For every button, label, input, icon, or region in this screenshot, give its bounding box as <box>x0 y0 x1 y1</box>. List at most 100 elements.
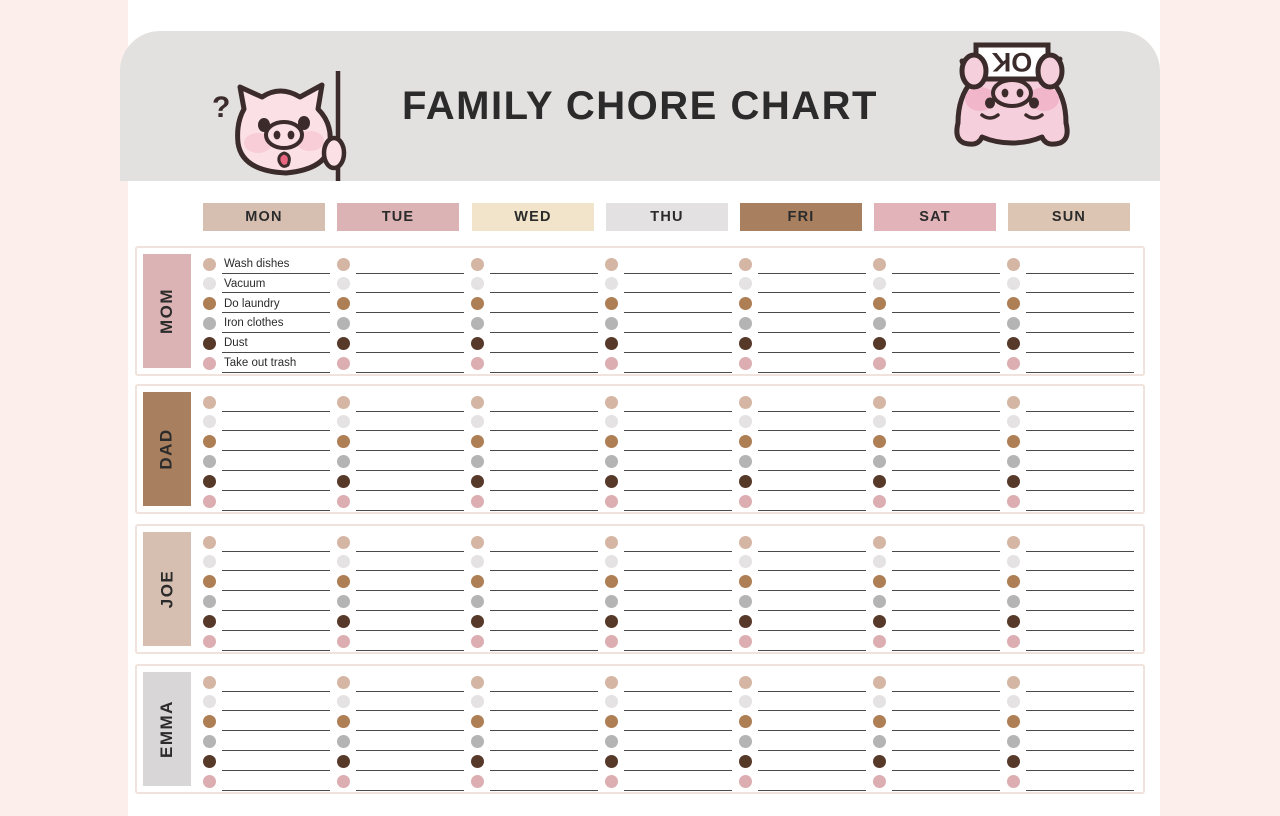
chore-write-in-line[interactable] <box>892 732 1000 751</box>
chore-write-in-line[interactable] <box>490 334 598 353</box>
chore-status-dot[interactable] <box>203 595 216 608</box>
day-header-tue[interactable]: TUE <box>337 203 459 231</box>
chore-cell[interactable] <box>1007 333 1134 353</box>
chore-status-dot[interactable] <box>605 555 618 568</box>
chore-write-in-line[interactable] <box>222 412 330 431</box>
chore-write-in-line[interactable] <box>356 632 464 651</box>
chore-status-dot[interactable] <box>739 575 752 588</box>
chore-status-dot[interactable] <box>337 337 350 350</box>
chore-cell[interactable] <box>1007 611 1134 631</box>
chore-write-in-line[interactable] <box>490 472 598 491</box>
chore-cell[interactable] <box>337 353 464 373</box>
chore-cell[interactable] <box>739 432 866 452</box>
chore-status-dot[interactable] <box>873 575 886 588</box>
chore-cell[interactable] <box>203 631 330 651</box>
chore-write-in-line[interactable] <box>356 673 464 692</box>
chore-status-dot[interactable] <box>471 337 484 350</box>
chore-cell[interactable] <box>203 552 330 572</box>
chore-cell[interactable] <box>739 294 866 314</box>
chore-status-dot[interactable] <box>873 775 886 788</box>
chore-write-in-line[interactable] <box>892 432 1000 451</box>
day-header-fri[interactable]: FRI <box>740 203 862 231</box>
chore-cell[interactable] <box>605 313 732 333</box>
chore-write-in-line[interactable] <box>892 592 1000 611</box>
chore-cell[interactable] <box>471 771 598 791</box>
chore-cell[interactable] <box>203 451 330 471</box>
chore-status-dot[interactable] <box>739 536 752 549</box>
chore-status-dot[interactable] <box>873 635 886 648</box>
chore-write-in-line[interactable] <box>490 274 598 293</box>
chore-cell[interactable] <box>1007 692 1134 712</box>
chore-status-dot[interactable] <box>337 435 350 448</box>
chore-status-dot[interactable] <box>873 475 886 488</box>
chore-status-dot[interactable] <box>605 676 618 689</box>
person-name-tab-mom[interactable]: MOM <box>143 254 191 368</box>
chore-cell[interactable] <box>203 471 330 491</box>
chore-status-dot[interactable] <box>873 297 886 310</box>
chore-status-dot[interactable] <box>873 357 886 370</box>
chore-write-in-line[interactable] <box>1026 354 1134 373</box>
chore-cell[interactable] <box>471 491 598 511</box>
chore-status-dot[interactable] <box>471 635 484 648</box>
chore-write-in-line[interactable]: Take out trash <box>222 354 330 373</box>
chore-cell[interactable] <box>337 712 464 732</box>
chore-status-dot[interactable] <box>471 676 484 689</box>
chore-write-in-line[interactable] <box>356 772 464 791</box>
chore-write-in-line[interactable] <box>222 692 330 711</box>
chore-write-in-line[interactable] <box>356 294 464 313</box>
chore-status-dot[interactable] <box>203 755 216 768</box>
chore-write-in-line[interactable] <box>892 393 1000 412</box>
chore-cell[interactable] <box>337 552 464 572</box>
chore-status-dot[interactable] <box>1007 615 1020 628</box>
chore-write-in-line[interactable] <box>624 632 732 651</box>
chore-cell[interactable] <box>1007 432 1134 452</box>
chore-write-in-line[interactable] <box>1026 314 1134 333</box>
chore-cell[interactable]: Vacuum <box>203 274 330 294</box>
chore-status-dot[interactable] <box>1007 297 1020 310</box>
chore-cell[interactable] <box>337 672 464 692</box>
chore-write-in-line[interactable] <box>892 712 1000 731</box>
chore-cell[interactable] <box>471 432 598 452</box>
chore-cell[interactable] <box>1007 353 1134 373</box>
chore-status-dot[interactable] <box>337 615 350 628</box>
chore-status-dot[interactable] <box>471 455 484 468</box>
chore-cell[interactable] <box>605 333 732 353</box>
chore-cell[interactable] <box>337 294 464 314</box>
chore-cell[interactable] <box>1007 532 1134 552</box>
chore-status-dot[interactable] <box>873 415 886 428</box>
chore-write-in-line[interactable]: Iron clothes <box>222 314 330 333</box>
chore-status-dot[interactable] <box>337 258 350 271</box>
chore-cell[interactable] <box>337 432 464 452</box>
chore-cell[interactable] <box>739 591 866 611</box>
chore-cell[interactable] <box>1007 274 1134 294</box>
chore-status-dot[interactable] <box>605 297 618 310</box>
chore-write-in-line[interactable] <box>222 432 330 451</box>
chore-write-in-line[interactable] <box>892 752 1000 771</box>
chore-cell[interactable] <box>739 751 866 771</box>
chore-write-in-line[interactable] <box>356 393 464 412</box>
chore-write-in-line[interactable] <box>222 472 330 491</box>
person-name-tab-joe[interactable]: JOE <box>143 532 191 646</box>
chore-cell[interactable] <box>739 471 866 491</box>
chore-cell[interactable] <box>471 353 598 373</box>
chore-status-dot[interactable] <box>471 297 484 310</box>
chore-write-in-line[interactable] <box>1026 255 1134 274</box>
chore-cell[interactable] <box>873 751 1000 771</box>
chore-write-in-line[interactable] <box>892 354 1000 373</box>
chore-write-in-line[interactable] <box>1026 393 1134 412</box>
chore-cell[interactable] <box>739 611 866 631</box>
chore-cell[interactable]: Iron clothes <box>203 313 330 333</box>
chore-cell[interactable] <box>471 591 598 611</box>
chore-write-in-line[interactable] <box>222 712 330 731</box>
chore-cell[interactable] <box>739 712 866 732</box>
chore-cell[interactable] <box>739 552 866 572</box>
chore-write-in-line[interactable] <box>1026 492 1134 511</box>
chore-status-dot[interactable] <box>203 575 216 588</box>
chore-write-in-line[interactable] <box>624 692 732 711</box>
chore-status-dot[interactable] <box>1007 555 1020 568</box>
chore-write-in-line[interactable] <box>624 673 732 692</box>
chore-status-dot[interactable] <box>337 775 350 788</box>
chore-write-in-line[interactable] <box>892 772 1000 791</box>
chore-write-in-line[interactable] <box>892 294 1000 313</box>
chore-write-in-line[interactable] <box>758 452 866 471</box>
